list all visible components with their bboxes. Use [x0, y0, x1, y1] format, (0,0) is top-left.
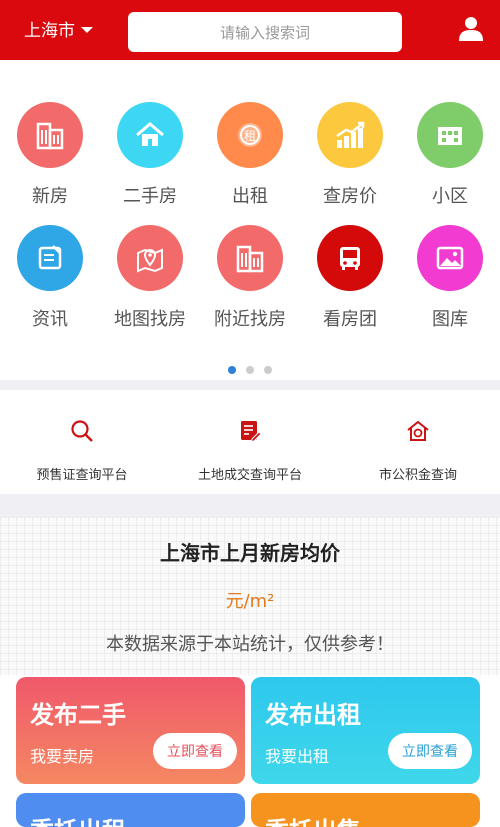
grid-label: 附近找房 [214, 309, 286, 330]
grid-item-check-price[interactable]: 查房价 [300, 102, 400, 208]
page-indicator [228, 366, 272, 374]
grid-item-new-house[interactable]: 新房 [0, 102, 100, 208]
grid-label: 看房团 [323, 309, 377, 330]
grid-label: 出租 [232, 186, 268, 207]
grid-item-gallery[interactable]: 图库 [400, 225, 500, 331]
home-fund-icon [407, 420, 429, 441]
price-unit: 元/m² [225, 591, 275, 612]
news-icon [17, 225, 83, 291]
svg-text:租: 租 [244, 129, 256, 143]
building-icon [17, 102, 83, 168]
gallery-icon [417, 225, 483, 291]
grid-label: 查房价 [323, 186, 377, 207]
price-chart-icon [317, 102, 383, 168]
tool-label: 土地成交查询平台 [197, 468, 302, 483]
grid-item-news[interactable]: 资讯 [0, 225, 100, 331]
nearby-building-icon [217, 225, 283, 291]
grid-label: 地图找房 [114, 309, 186, 330]
price-title: 上海市上月新房均价 [160, 541, 340, 565]
grid-label: 小区 [432, 186, 468, 207]
city-label: 上海市 [24, 21, 75, 41]
grid-item-map-search[interactable]: 地图找房 [100, 225, 200, 331]
house-icon [117, 102, 183, 168]
grid-item-rent[interactable]: 租 出租 [200, 102, 300, 208]
card-subtitle: 我要卖房 [30, 747, 95, 766]
card-post-second-hand[interactable]: 发布二手 我要卖房 立即查看 [16, 677, 245, 784]
section-divider [0, 494, 500, 517]
search-input[interactable]: 请输入搜索词 [128, 12, 402, 52]
card-post-rent[interactable]: 发布出租 我要出租 立即查看 [251, 677, 480, 784]
grid-label: 二手房 [123, 186, 177, 207]
card-subtitle: 我要出租 [265, 747, 330, 766]
tool-presale-permit[interactable]: 预售证查询平台 [2, 418, 162, 483]
page-dot[interactable] [228, 366, 236, 374]
tool-land-deal[interactable]: 土地成交查询平台 [170, 418, 330, 483]
grid-label: 资讯 [32, 309, 68, 330]
user-icon[interactable] [458, 15, 484, 41]
grid-item-nearby[interactable]: 附近找房 [200, 225, 300, 331]
page-dot[interactable] [246, 366, 254, 374]
community-icon [417, 102, 483, 168]
map-pin-icon [117, 225, 183, 291]
search-icon [71, 420, 93, 442]
tool-housing-fund[interactable]: 市公积金查询 [338, 418, 498, 483]
grid-item-community[interactable]: 小区 [400, 102, 500, 208]
card-entrust-sale[interactable]: 委托出售 [251, 793, 480, 827]
tool-label: 预售证查询平台 [36, 468, 128, 483]
category-grid: 新房 二手房 租 出租 查房价 小区 资讯 地图找房 附近找房 看房团 图库 [0, 60, 500, 380]
page-dot[interactable] [264, 366, 272, 374]
chevron-down-icon [81, 26, 93, 33]
grid-item-second-hand[interactable]: 二手房 [100, 102, 200, 208]
bus-icon [317, 225, 383, 291]
card-title: 发布出租 [265, 701, 361, 729]
card-entrust-rent[interactable]: 委托出租 [16, 793, 245, 827]
document-edit-icon [241, 421, 262, 443]
rent-icon: 租 [217, 102, 283, 168]
tool-label: 市公积金查询 [378, 468, 457, 483]
query-tools: 预售证查询平台 土地成交查询平台 市公积金查询 [0, 390, 500, 494]
card-title: 委托出租 [30, 811, 126, 827]
card-title: 委托出售 [265, 811, 361, 827]
avg-price-panel: 上海市上月新房均价 元/m² 本数据来源于本站统计，仅供参考！ [0, 517, 500, 675]
top-header: 上海市 请输入搜索词 [0, 0, 500, 60]
section-divider [0, 380, 500, 390]
price-note: 本数据来源于本站统计，仅供参考！ [106, 634, 394, 655]
view-now-button[interactable]: 立即查看 [388, 733, 472, 769]
card-title: 发布二手 [30, 701, 126, 729]
grid-label: 图库 [432, 309, 468, 330]
view-now-button[interactable]: 立即查看 [153, 733, 237, 769]
city-selector[interactable]: 上海市 [24, 16, 93, 41]
grid-label: 新房 [32, 186, 68, 207]
grid-item-tour-group[interactable]: 看房团 [300, 225, 400, 331]
